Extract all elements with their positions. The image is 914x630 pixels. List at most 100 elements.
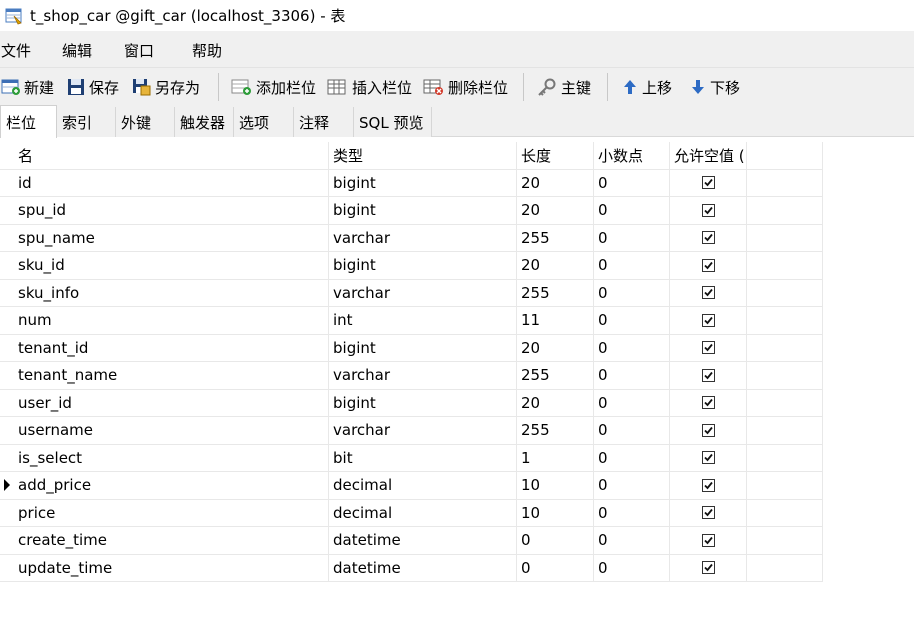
field-name-cell[interactable]: is_select [14, 444, 329, 472]
field-extra-cell[interactable] [747, 527, 823, 555]
allow-null-checkbox[interactable] [701, 533, 715, 547]
field-decimals-cell[interactable]: 0 [594, 499, 670, 527]
add-field-button[interactable]: 添加栏位 [231, 75, 316, 99]
save-button[interactable]: 保存 [66, 75, 119, 99]
field-name-cell[interactable]: user_id [14, 389, 329, 417]
field-length-cell[interactable]: 20 [517, 197, 594, 225]
row-indicator[interactable] [0, 252, 14, 280]
allow-null-cell[interactable] [670, 334, 747, 362]
table-row[interactable]: update_time datetime 0 0 [0, 554, 823, 582]
field-type-cell[interactable]: bigint [329, 169, 517, 197]
field-length-cell[interactable]: 255 [517, 362, 594, 390]
row-indicator[interactable] [0, 500, 14, 527]
field-length-cell[interactable]: 255 [517, 224, 594, 252]
allow-null-checkbox[interactable] [701, 451, 715, 465]
field-name-cell[interactable]: id [14, 169, 329, 197]
insert-field-button[interactable]: 插入栏位 [327, 75, 412, 99]
field-extra-cell[interactable] [747, 417, 823, 445]
field-length-cell[interactable]: 255 [517, 279, 594, 307]
field-extra-cell[interactable] [747, 307, 823, 335]
move-down-button[interactable]: 下移 [689, 75, 740, 99]
field-extra-cell[interactable] [747, 169, 823, 197]
tab-indexes[interactable]: 索引 [57, 107, 116, 137]
field-decimals-cell[interactable]: 0 [594, 279, 670, 307]
table-row[interactable]: spu_id bigint 20 0 [0, 197, 823, 225]
menu-window[interactable]: 窗口 [124, 40, 154, 61]
field-extra-cell[interactable] [747, 472, 823, 500]
allow-null-cell[interactable] [670, 197, 747, 225]
field-decimals-cell[interactable]: 0 [594, 527, 670, 555]
allow-null-checkbox[interactable] [701, 231, 715, 245]
field-decimals-cell[interactable]: 0 [594, 417, 670, 445]
menu-help[interactable]: 帮助 [192, 40, 222, 61]
menu-edit[interactable]: 编辑 [62, 40, 92, 61]
field-type-cell[interactable]: varchar [329, 417, 517, 445]
field-type-cell[interactable]: int [329, 307, 517, 335]
field-decimals-cell[interactable]: 0 [594, 362, 670, 390]
table-row[interactable]: tenant_id bigint 20 0 [0, 334, 823, 362]
table-row[interactable]: sku_info varchar 255 0 [0, 279, 823, 307]
field-name-cell[interactable]: sku_info [14, 279, 329, 307]
allow-null-cell[interactable] [670, 279, 747, 307]
field-type-cell[interactable]: bigint [329, 252, 517, 280]
delete-field-button[interactable]: 删除栏位 [423, 75, 508, 99]
row-indicator[interactable] [0, 307, 14, 335]
allow-null-cell[interactable] [670, 389, 747, 417]
row-indicator[interactable] [0, 390, 14, 417]
allow-null-checkbox[interactable] [701, 203, 715, 217]
allow-null-cell[interactable] [670, 444, 747, 472]
allow-null-cell[interactable] [670, 307, 747, 335]
field-name-cell[interactable]: sku_id [14, 252, 329, 280]
field-decimals-cell[interactable]: 0 [594, 307, 670, 335]
table-row[interactable]: username varchar 255 0 [0, 417, 823, 445]
field-decimals-cell[interactable]: 0 [594, 334, 670, 362]
field-length-cell[interactable]: 10 [517, 499, 594, 527]
allow-null-checkbox[interactable] [701, 176, 715, 190]
tab-options[interactable]: 选项 [234, 107, 294, 137]
row-indicator[interactable] [0, 335, 14, 362]
table-row[interactable]: is_select bit 1 0 [0, 444, 823, 472]
field-name-cell[interactable]: spu_id [14, 197, 329, 225]
allow-null-cell[interactable] [670, 472, 747, 500]
field-type-cell[interactable]: decimal [329, 499, 517, 527]
field-decimals-cell[interactable]: 0 [594, 444, 670, 472]
field-decimals-cell[interactable]: 0 [594, 169, 670, 197]
field-extra-cell[interactable] [747, 197, 823, 225]
field-extra-cell[interactable] [747, 554, 823, 582]
allow-null-checkbox[interactable] [701, 313, 715, 327]
row-indicator[interactable] [0, 362, 14, 390]
field-type-cell[interactable]: datetime [329, 527, 517, 555]
table-row[interactable]: id bigint 20 0 [0, 169, 823, 197]
column-header-type[interactable]: 类型 [329, 142, 517, 170]
field-decimals-cell[interactable]: 0 [594, 252, 670, 280]
table-row[interactable]: num int 11 0 [0, 307, 823, 335]
new-button[interactable]: 新建 [1, 75, 54, 99]
column-header-allow-null[interactable]: 允许空值 ( [670, 142, 747, 170]
field-type-cell[interactable]: datetime [329, 554, 517, 582]
field-type-cell[interactable]: bit [329, 444, 517, 472]
column-header-extra[interactable] [747, 142, 823, 170]
field-length-cell[interactable]: 20 [517, 169, 594, 197]
table-row[interactable]: add_price decimal 10 0 [0, 472, 823, 500]
field-extra-cell[interactable] [747, 362, 823, 390]
field-length-cell[interactable]: 11 [517, 307, 594, 335]
table-row[interactable]: user_id bigint 20 0 [0, 389, 823, 417]
field-length-cell[interactable]: 10 [517, 472, 594, 500]
row-indicator[interactable] [0, 197, 14, 225]
row-indicator[interactable] [0, 445, 14, 472]
field-length-cell[interactable]: 20 [517, 389, 594, 417]
field-decimals-cell[interactable]: 0 [594, 389, 670, 417]
save-as-button[interactable]: 另存为 [132, 75, 200, 99]
menu-file[interactable]: 文件 [1, 40, 31, 61]
field-length-cell[interactable]: 20 [517, 334, 594, 362]
row-indicator[interactable] [0, 527, 14, 555]
tab-comment[interactable]: 注释 [294, 107, 354, 137]
allow-null-checkbox[interactable] [701, 561, 715, 575]
allow-null-cell[interactable] [670, 554, 747, 582]
allow-null-checkbox[interactable] [701, 478, 715, 492]
tab-sql-preview[interactable]: SQL 预览 [354, 107, 432, 137]
field-name-cell[interactable]: tenant_name [14, 362, 329, 390]
field-length-cell[interactable]: 1 [517, 444, 594, 472]
field-decimals-cell[interactable]: 0 [594, 197, 670, 225]
move-up-button[interactable]: 上移 [621, 75, 672, 99]
